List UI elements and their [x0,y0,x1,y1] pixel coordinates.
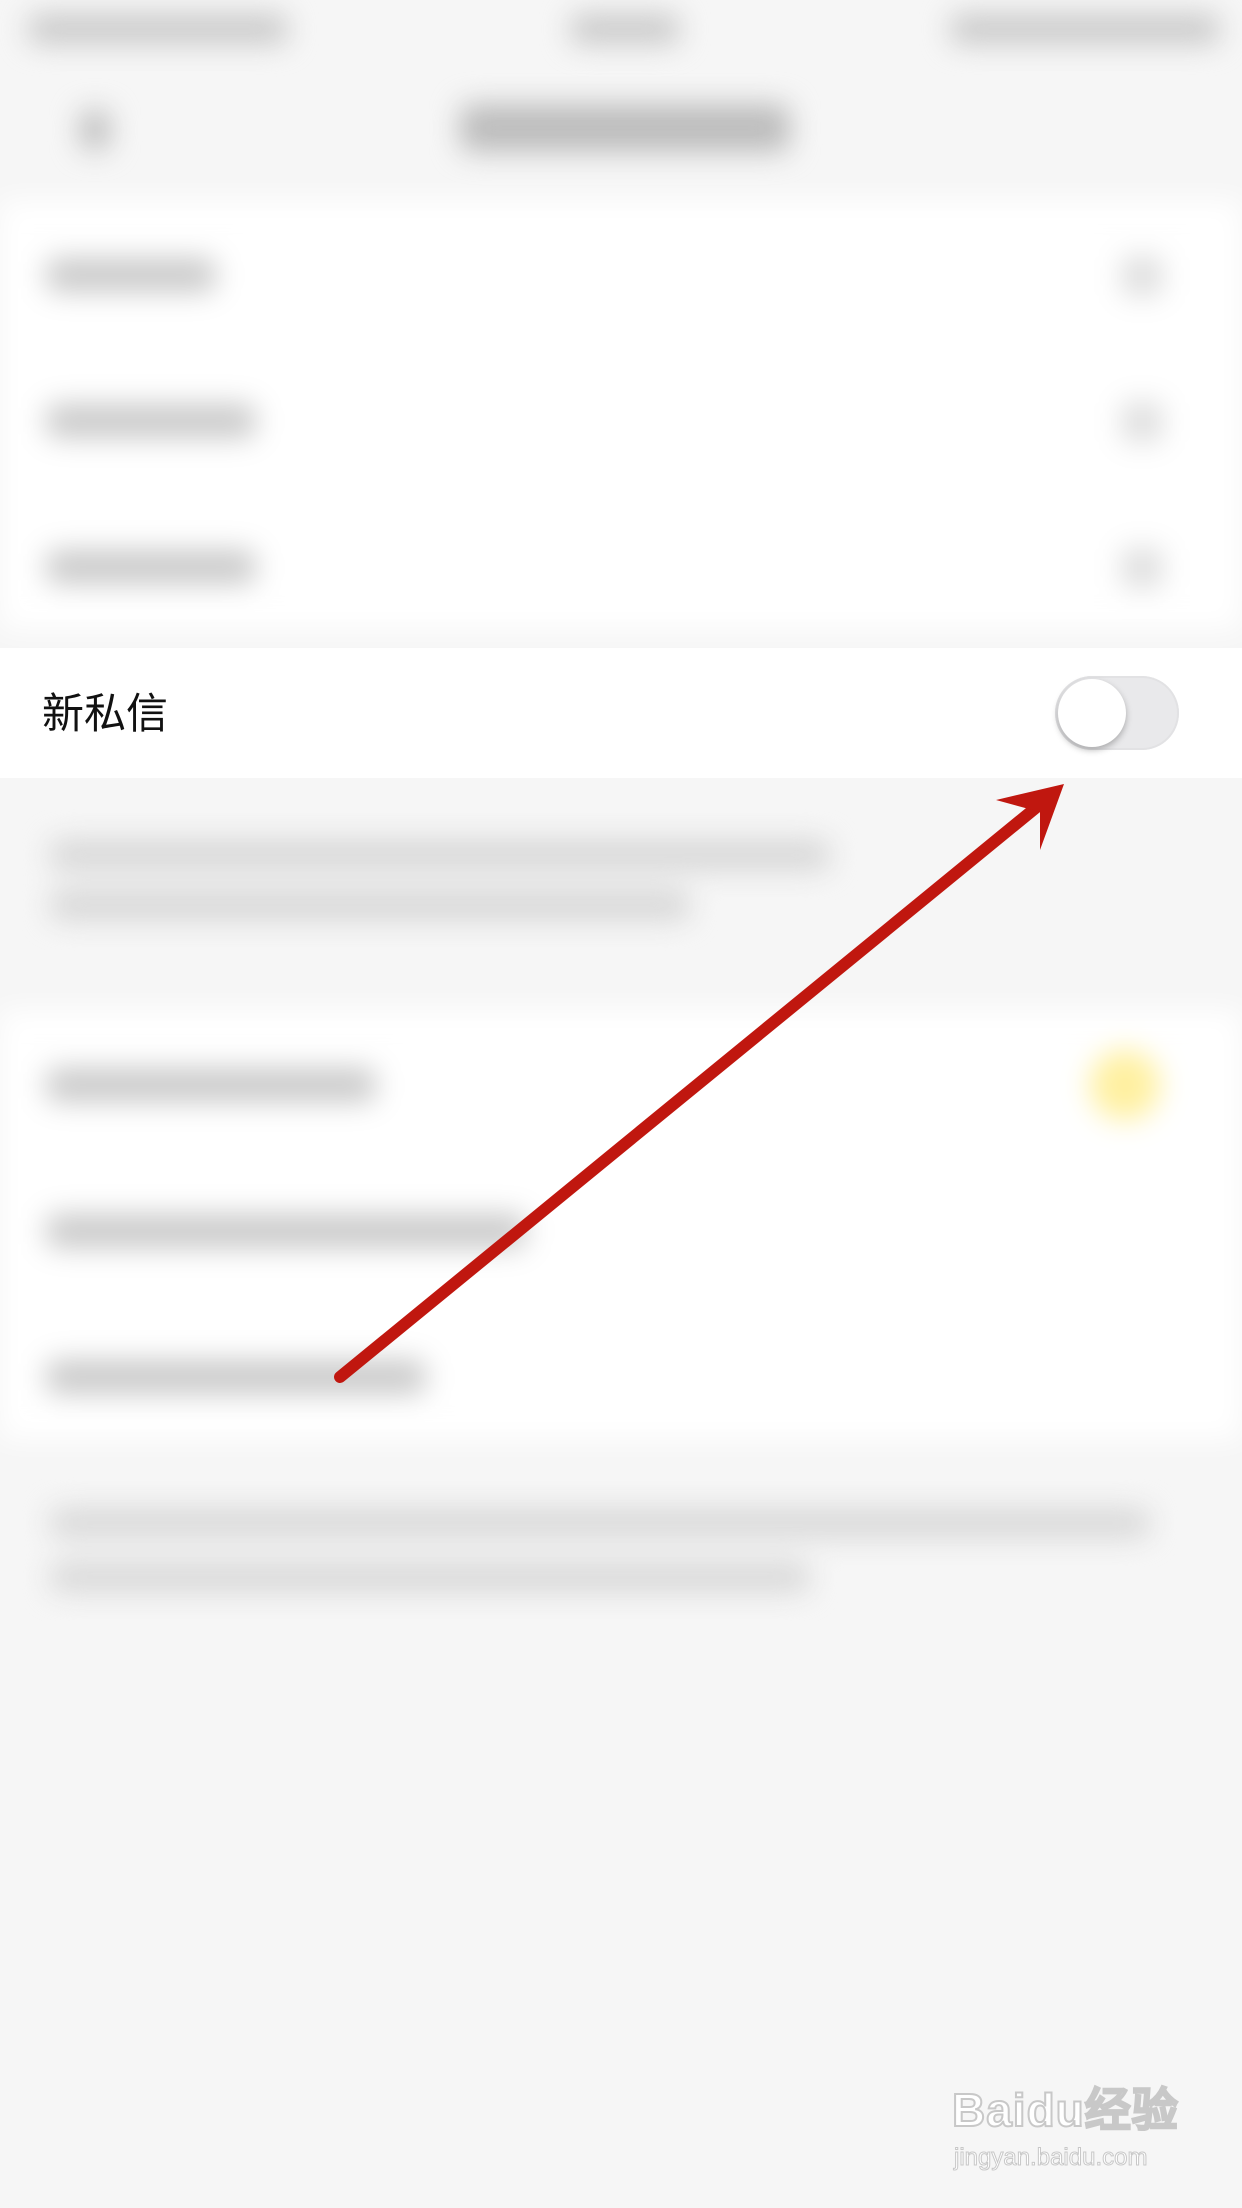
description-line-placeholder [50,840,830,870]
settings-row-label-placeholder [46,258,216,292]
status-time-placeholder [570,14,680,44]
description-block [0,1470,1242,1670]
description-line-placeholder [50,1508,1150,1538]
nav-bar [0,64,1242,184]
description-line-placeholder [50,890,690,920]
settings-row[interactable] [0,492,1242,638]
settings-row-label-placeholder [46,1360,426,1394]
settings-row[interactable] [0,1302,1242,1448]
settings-row-label-placeholder [46,1068,376,1102]
status-carrier-placeholder [28,14,288,44]
baidu-jingyan-watermark: Baidu经验 jingyan.baidu.com [950,2078,1190,2188]
toggle-knob [1058,679,1126,747]
chevron-right-icon [1122,256,1162,296]
settings-row-label-placeholder [46,550,256,584]
status-bar [0,0,1242,64]
back-icon[interactable] [80,110,110,150]
settings-row-label-placeholder [46,404,256,438]
description-line-placeholder [50,1562,810,1592]
status-dot-icon [1090,1050,1160,1120]
page-title-placeholder [460,104,790,152]
settings-row[interactable] [0,1156,1242,1302]
watermark-url: jingyan.baidu.com [953,2144,1148,2172]
settings-row[interactable] [0,1010,1242,1156]
watermark-logo: Baidu经验 [951,2083,1179,2137]
new-message-toggle[interactable] [1055,676,1179,750]
chevron-right-icon [1122,548,1162,588]
settings-row[interactable] [0,200,1242,346]
settings-row-label-placeholder [46,1214,526,1248]
status-battery-placeholder [950,14,1220,44]
new-message-label: 新私信 [42,689,169,738]
settings-row[interactable] [0,346,1242,492]
chevron-right-icon [1122,402,1162,442]
settings-group-middle [0,1010,1242,1440]
settings-group-top [0,200,1242,630]
description-block [0,790,1242,990]
